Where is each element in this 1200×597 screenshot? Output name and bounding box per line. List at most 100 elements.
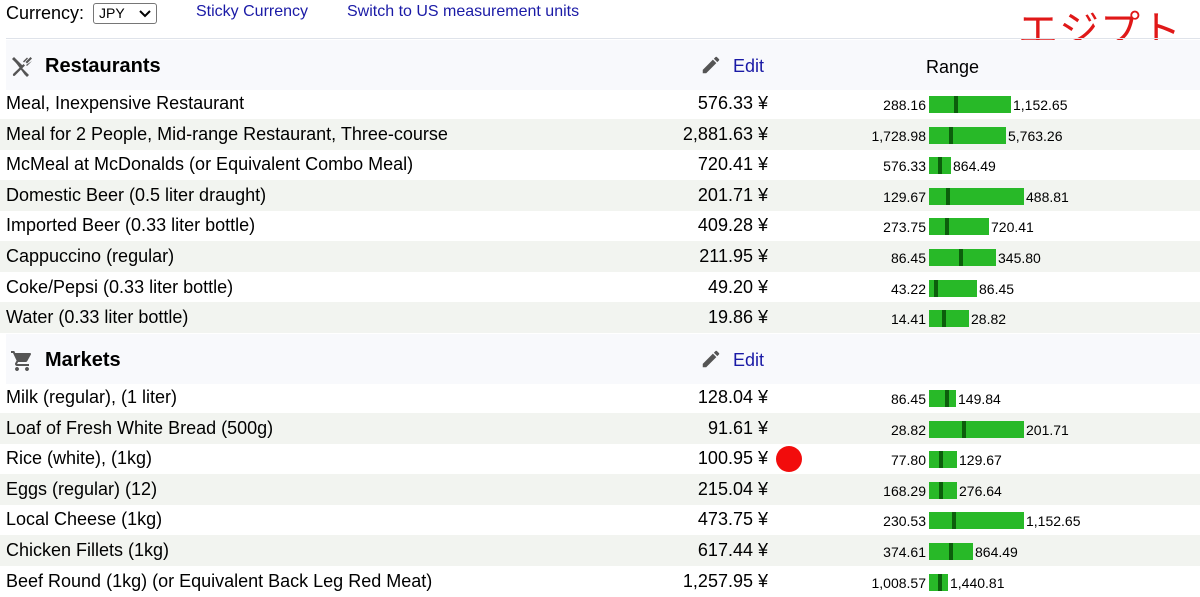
range-min: 230.53 bbox=[883, 513, 926, 530]
section-title: Markets bbox=[45, 349, 121, 371]
range-max: 149.84 bbox=[958, 391, 1001, 407]
range-min: 576.33 bbox=[883, 158, 926, 175]
range-min: 168.29 bbox=[883, 482, 926, 499]
range-max: 1,152.65 bbox=[1013, 97, 1068, 113]
section-header-restaurants: Restaurants Edit Range bbox=[6, 40, 1200, 90]
currency-select[interactable]: JPY bbox=[93, 3, 157, 24]
range-average-marker bbox=[938, 157, 942, 175]
range-max: 864.49 bbox=[975, 544, 1018, 560]
item-name: Meal, Inexpensive Restaurant bbox=[6, 93, 245, 113]
pencil-icon bbox=[702, 56, 720, 74]
section-title: Restaurants bbox=[45, 55, 161, 77]
table-row: Local Cheese (1kg) 473.75 ¥ 230.53 1,152.65 bbox=[0, 504, 1200, 535]
table-row: Cappuccino (regular) 211.95 ¥ 86.45 345.80 bbox=[0, 241, 1200, 272]
range-bar bbox=[929, 573, 948, 591]
range-max: 345.80 bbox=[998, 250, 1041, 266]
item-price: 2,881.63 ¥ bbox=[682, 123, 768, 144]
range-min: 43.22 bbox=[890, 280, 926, 297]
range-average-marker bbox=[934, 279, 938, 297]
pencil-icon bbox=[702, 350, 720, 368]
section-header-markets: Markets Edit bbox=[6, 334, 1200, 384]
table-row: Eggs (regular) (12) 215.04 ¥ 168.29 276.64 bbox=[0, 473, 1200, 505]
item-price: 1,257.95 ¥ bbox=[682, 570, 768, 591]
item-price: 409.28 ¥ bbox=[697, 215, 768, 236]
range-average-marker bbox=[949, 126, 953, 144]
range-min: 1,008.57 bbox=[871, 574, 927, 591]
item-name: Beef Round (1kg) (or Equivalent Back Leg… bbox=[6, 570, 433, 591]
item-price: 100.95 ¥ bbox=[697, 448, 768, 469]
range-min: 77.80 bbox=[890, 452, 926, 469]
item-price: 201.71 ¥ bbox=[697, 184, 768, 205]
range-min: 1,728.98 bbox=[871, 127, 927, 144]
range-bar bbox=[929, 390, 956, 407]
edit-link[interactable]: Edit bbox=[733, 56, 764, 77]
range-average-marker bbox=[949, 543, 953, 560]
chevron-down-icon bbox=[139, 10, 151, 18]
utensils-icon bbox=[12, 57, 32, 77]
range-bar bbox=[929, 451, 957, 469]
range-average-marker bbox=[945, 390, 949, 407]
top-divider bbox=[6, 38, 1200, 39]
range-average-marker bbox=[952, 512, 956, 530]
item-price: 576.33 ¥ bbox=[697, 93, 768, 113]
edit-link[interactable]: Edit bbox=[733, 350, 764, 371]
table-row: Rice (white), (1kg) 100.95 ¥ 77.80 129.67 bbox=[0, 443, 1200, 474]
us-units-link[interactable]: Switch to US measurement units bbox=[347, 3, 579, 21]
range-average-marker bbox=[939, 451, 943, 469]
table-row: McMeal at McDonalds (or Equivalent Combo… bbox=[0, 149, 1200, 180]
range-average-marker bbox=[938, 573, 942, 591]
currency-label: Currency: bbox=[6, 3, 85, 23]
range-average-marker bbox=[946, 187, 950, 205]
range-max: 1,440.81 bbox=[950, 574, 1005, 591]
item-price: 473.75 ¥ bbox=[697, 509, 768, 530]
range-bar bbox=[929, 279, 977, 297]
range-max: 28.82 bbox=[971, 311, 1007, 328]
range-average-marker bbox=[954, 96, 958, 113]
sticky-currency-link[interactable]: Sticky Currency bbox=[196, 3, 308, 21]
item-name: McMeal at McDonalds (or Equivalent Combo… bbox=[6, 154, 414, 175]
item-price: 211.95 ¥ bbox=[699, 246, 768, 266]
table-row: Imported Beer (0.33 liter bottle) 409.28 … bbox=[0, 210, 1200, 241]
table-row: Chicken Fillets (1kg) 617.44 ¥ 374.61 864.4… bbox=[0, 535, 1200, 566]
item-price: 215.04 ¥ bbox=[697, 478, 768, 499]
range-bar bbox=[929, 249, 996, 266]
range-bar bbox=[929, 96, 1011, 113]
range-average-marker bbox=[959, 249, 963, 266]
range-bar bbox=[929, 157, 951, 175]
item-name: Chicken Fillets (1kg) bbox=[6, 540, 170, 560]
range-bar bbox=[929, 420, 1024, 438]
item-price: 720.41 ¥ bbox=[697, 154, 768, 175]
item-name: Eggs (regular) (12) bbox=[6, 478, 158, 499]
range-min: 273.75 bbox=[883, 219, 926, 236]
item-name: Water (0.33 liter bottle) bbox=[6, 307, 189, 328]
item-name: Cappuccino (regular) bbox=[6, 246, 175, 266]
range-bar bbox=[929, 512, 1024, 530]
item-name: Rice (white), (1kg) bbox=[6, 448, 153, 469]
range-max: 276.64 bbox=[959, 482, 1002, 499]
table-row: Domestic Beer (0.5 liter draught) 201.71 … bbox=[0, 179, 1200, 211]
range-max: 720.41 bbox=[991, 219, 1034, 236]
table-row: Water (0.33 liter bottle) 19.86 ¥ 14.41 28.… bbox=[0, 302, 1200, 334]
range-min: 28.82 bbox=[890, 421, 926, 438]
item-price: 19.86 ¥ bbox=[707, 307, 768, 328]
range-min: 86.45 bbox=[890, 391, 926, 407]
range-average-marker bbox=[962, 420, 966, 438]
item-name: Milk (regular), (1 liter) bbox=[6, 387, 178, 407]
item-name: Loaf of Fresh White Bread (500g) bbox=[6, 417, 274, 438]
table-row: Milk (regular), (1 liter) 128.04 ¥ 86.45 14… bbox=[0, 382, 1200, 413]
item-price: 91.61 ¥ bbox=[707, 417, 768, 438]
item-name: Meal for 2 People, Mid-range Restaurant,… bbox=[6, 123, 448, 144]
currency-select-value: JPY bbox=[99, 5, 125, 21]
range-max: 129.67 bbox=[959, 452, 1002, 469]
range-min: 14.41 bbox=[890, 311, 926, 328]
range-max: 488.81 bbox=[1026, 188, 1069, 205]
table-row: Meal for 2 People, Mid-range Restaurant,… bbox=[0, 118, 1200, 150]
item-price: 617.44 ¥ bbox=[697, 540, 768, 560]
range-min: 374.61 bbox=[883, 544, 926, 560]
range-max: 5,763.26 bbox=[1008, 127, 1063, 144]
table-row: Coke/Pepsi (0.33 liter bottle) 49.20 ¥ 43.… bbox=[0, 272, 1200, 303]
range-min: 288.16 bbox=[883, 97, 926, 113]
item-price: 49.20 ¥ bbox=[707, 276, 768, 297]
item-name: Domestic Beer (0.5 liter draught) bbox=[6, 184, 267, 205]
range-average-marker bbox=[942, 310, 946, 328]
